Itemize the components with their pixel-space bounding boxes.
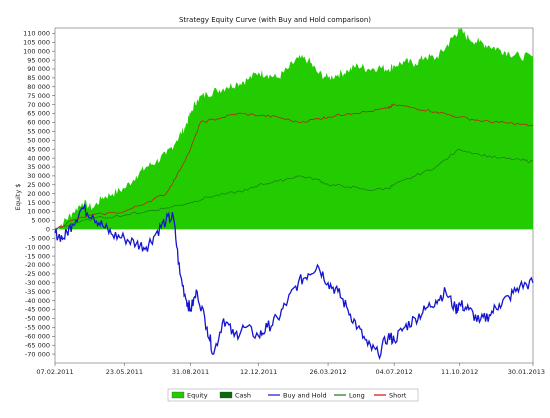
y-tick-label: 0 [46,226,50,234]
legend-label-long: Long [349,392,365,400]
legend-swatch-cash [219,391,233,399]
y-tick-label: 10 000 [27,208,50,216]
y-tick-label: 70 000 [27,101,50,109]
y-tick-label: 80 000 [27,83,50,91]
y-tick-label: 15 000 [27,199,50,207]
y-tick-label: -70 000 [25,350,50,358]
y-tick-label: -10 000 [25,243,50,251]
x-tick-label: 04.07.2012 [376,368,413,376]
legend-swatch-equity [171,391,185,399]
chart-title: Strategy Equity Curve (with Buy and Hold… [179,16,371,24]
y-tick-label: -50 000 [25,315,50,323]
y-tick-label: 60 000 [27,119,50,127]
y-tick-label: 5 000 [31,217,50,225]
x-tick-label: 31.08.2011 [172,368,209,376]
y-tick-label: 50 000 [27,136,50,144]
y-tick-label: 85 000 [27,74,50,82]
y-tick-label: -65 000 [25,341,50,349]
y-tick-label: 25 000 [27,181,50,189]
y-tick-label: 95 000 [27,56,50,64]
y-tick-label: 65 000 [27,110,50,118]
y-tick-label: 75 000 [27,92,50,100]
x-tick-label: 26.03.2012 [309,368,346,376]
y-tick-label: 110 000 [23,30,50,38]
y-tick-label: -15 000 [25,252,50,260]
y-tick-label: -5 000 [29,234,50,242]
legend-label-cash: Cash [235,392,251,400]
x-tick-label: 12.12.2011 [240,368,277,376]
chart-container: Strategy Equity Curve (with Buy and Hold… [0,0,550,418]
y-tick-label: -20 000 [25,261,50,269]
y-tick-label: -30 000 [25,279,50,287]
y-tick-label: 40 000 [27,154,50,162]
x-tick-label: 30.01.2013 [508,368,545,376]
x-tick-label: 11.10.2012 [441,368,478,376]
y-tick-label: -55 000 [25,324,50,332]
y-tick-label: 20 000 [27,190,50,198]
x-tick-label: 23.05.2011 [106,368,143,376]
equity-curve-chart: Strategy Equity Curve (with Buy and Hold… [0,0,550,418]
legend-label-buy-and-hold: Buy and Hold [283,392,327,400]
y-tick-label: -45 000 [25,306,50,314]
y-tick-label: 100 000 [23,47,50,55]
y-tick-label: 105 000 [23,38,50,46]
y-tick-label: -25 000 [25,270,50,278]
y-tick-label: 90 000 [27,65,50,73]
y-tick-label: 30 000 [27,172,50,180]
y-tick-label: 35 000 [27,163,50,171]
legend-label-short: Short [389,392,407,400]
y-tick-label: 55 000 [27,128,50,136]
legend-label-equity: Equity [187,392,208,400]
legend: Equity Cash Buy and Hold Long Short [167,388,419,402]
y-axis-label: Equity $ [14,184,22,211]
y-tick-label: -40 000 [25,297,50,305]
y-tick-label: -35 000 [25,288,50,296]
y-tick-label: -60 000 [25,332,50,340]
y-tick-label: 45 000 [27,145,50,153]
x-tick-label: 07.02.2011 [36,368,73,376]
